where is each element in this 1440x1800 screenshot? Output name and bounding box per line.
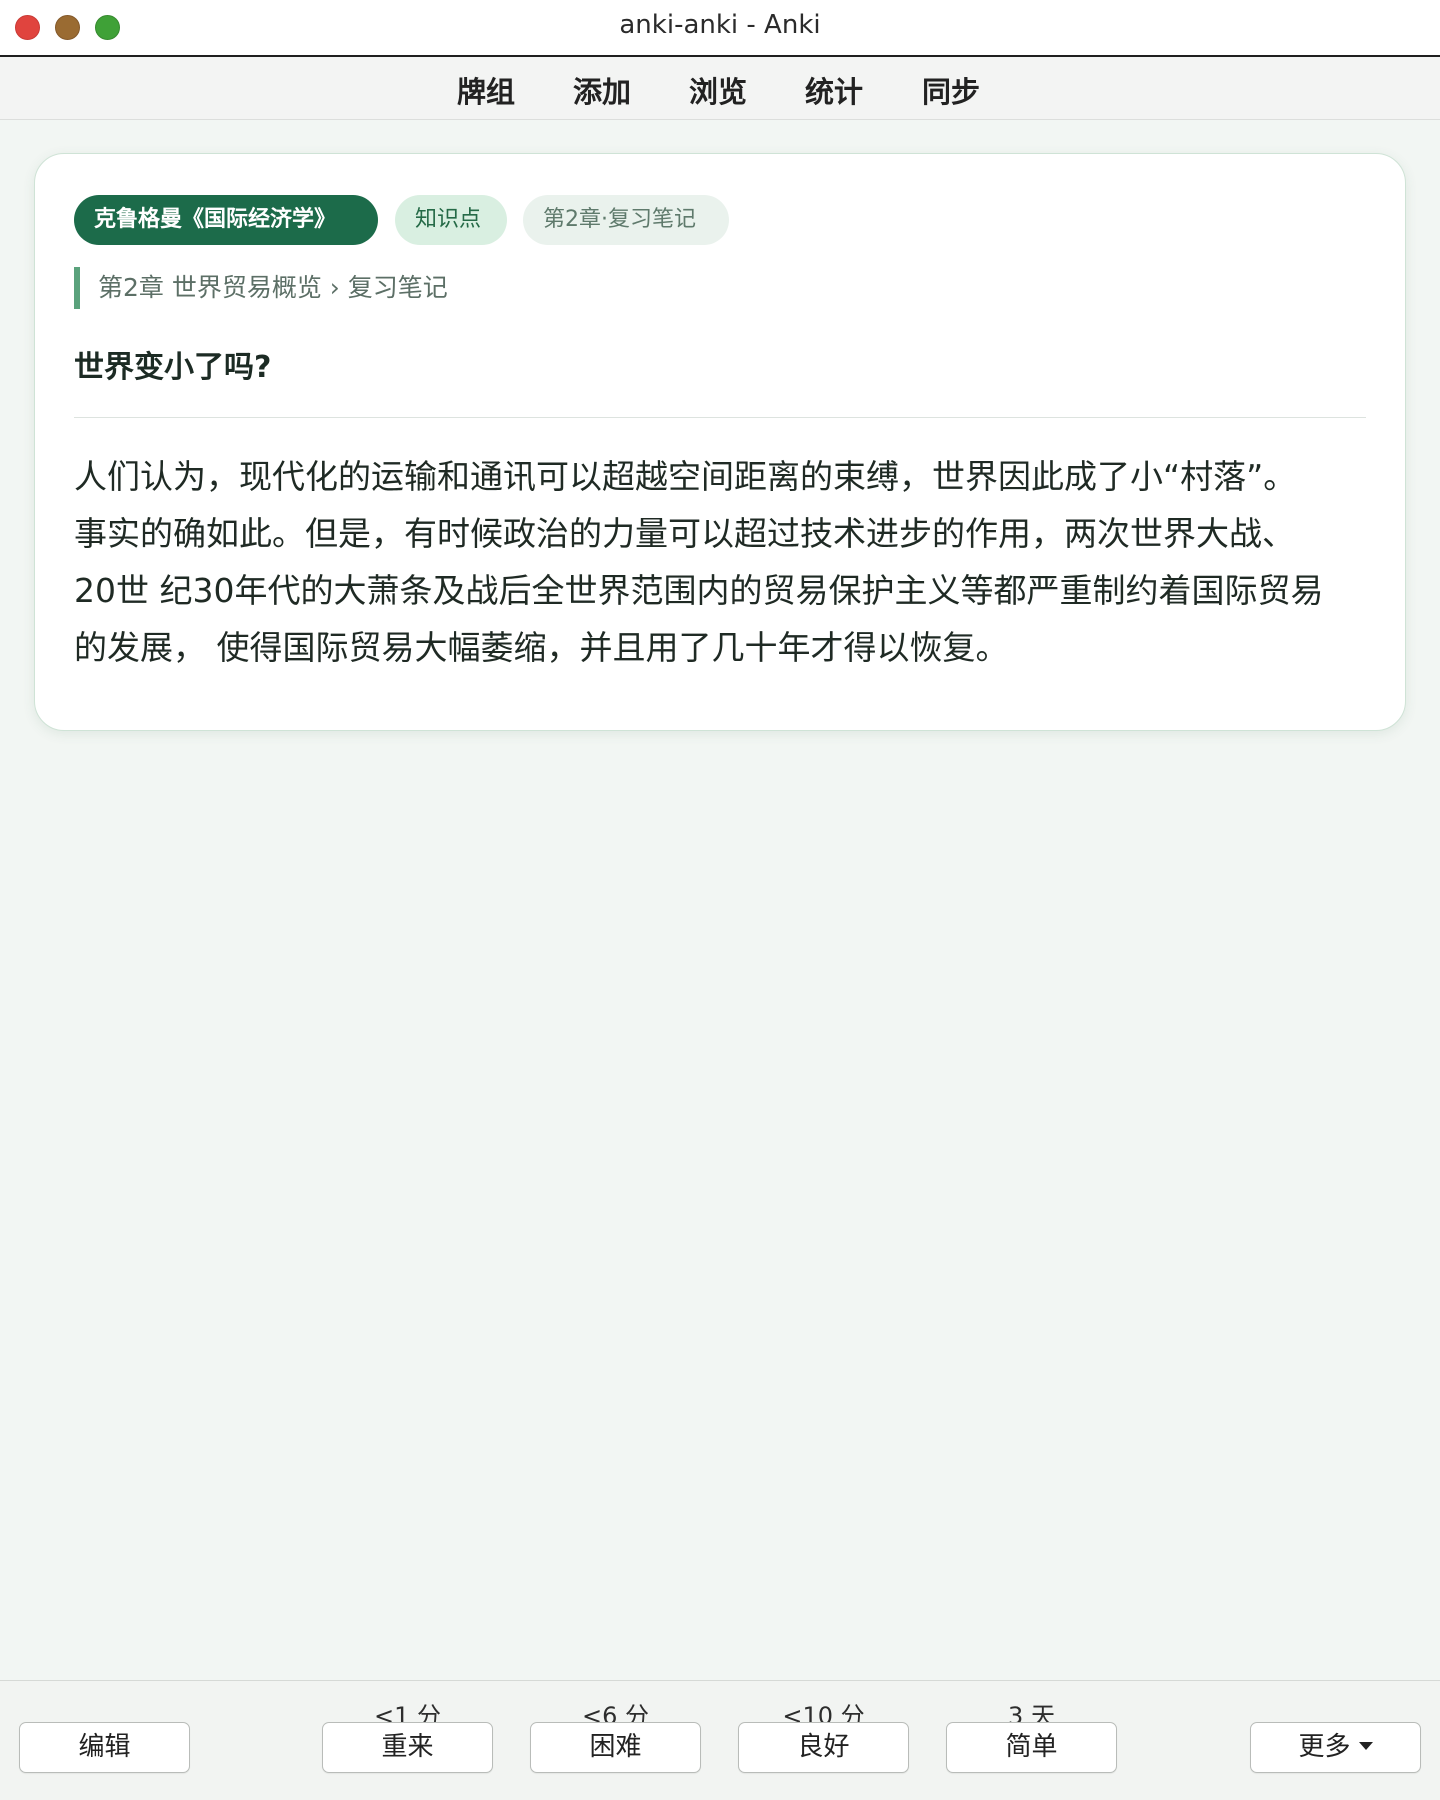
tag-textbook: 克鲁格曼《国际经济学》 <box>74 195 378 245</box>
toolbar-browse[interactable]: 浏览 <box>689 69 747 111</box>
breadcrumb: 第2章 世界贸易概览 › 复习笔记 <box>74 267 448 309</box>
again-button[interactable]: 重来 <box>322 1722 493 1773</box>
edit-button[interactable]: 编辑 <box>19 1722 190 1773</box>
card-question: 世界变小了吗? <box>74 350 272 385</box>
more-label: 更多 <box>1298 1732 1351 1762</box>
toolbar-decks[interactable]: 牌组 <box>457 69 515 111</box>
tag-chapter: 第2章·复习笔记 <box>523 195 729 245</box>
caret-down-icon <box>1358 1741 1373 1750</box>
window-title: anki-anki - Anki <box>619 10 821 40</box>
answer-line: 人们认为，现代化的运输和通讯可以超越空间距离的束缚，世界因此成了小“村落”。 <box>74 457 1297 496</box>
title-bar: anki-anki - Anki <box>0 0 1440 57</box>
easy-button[interactable]: 简单 <box>946 1722 1117 1773</box>
toolbar-sync[interactable]: 同步 <box>922 69 980 111</box>
main-toolbar: 牌组 添加 浏览 统计 同步 <box>0 57 1440 120</box>
answer-line: 20世 纪30年代的大萧条及战后全世界范围内的贸易保护主义等都严重制约着国际贸易 <box>74 571 1324 610</box>
anki-window: anki-anki - Anki 牌组 添加 浏览 统计 同步 克鲁格曼《国际经… <box>0 0 1440 1800</box>
answer-line: 的发展， 使得国际贸易大幅萎缩，并且用了几十年才得以恢复。 <box>74 628 1009 667</box>
more-button[interactable]: 更多 <box>1250 1722 1421 1773</box>
good-button[interactable]: 良好 <box>738 1722 909 1773</box>
card-divider <box>74 417 1366 418</box>
tag-knowledge-point: 知识点 <box>395 195 507 245</box>
review-bar: 编辑 <1 分 重来 <6 分 困难 <10 分 良好 3 天 简单 更多 <box>0 1680 1440 1800</box>
flashcard: 克鲁格曼《国际经济学》 知识点 第2章·复习笔记 第2章 世界贸易概览 › 复习… <box>34 153 1406 731</box>
hard-button[interactable]: 困难 <box>530 1722 701 1773</box>
toolbar-stats[interactable]: 统计 <box>805 69 863 111</box>
answer-line: 事实的确如此。但是，有时候政治的力量可以超过技术进步的作用，两次世界大战、 <box>74 514 1295 553</box>
toolbar-add[interactable]: 添加 <box>573 69 631 111</box>
card-answer: 人们认为，现代化的运输和通讯可以超越空间距离的束缚，世界因此成了小“村落”。 事… <box>74 448 1374 676</box>
